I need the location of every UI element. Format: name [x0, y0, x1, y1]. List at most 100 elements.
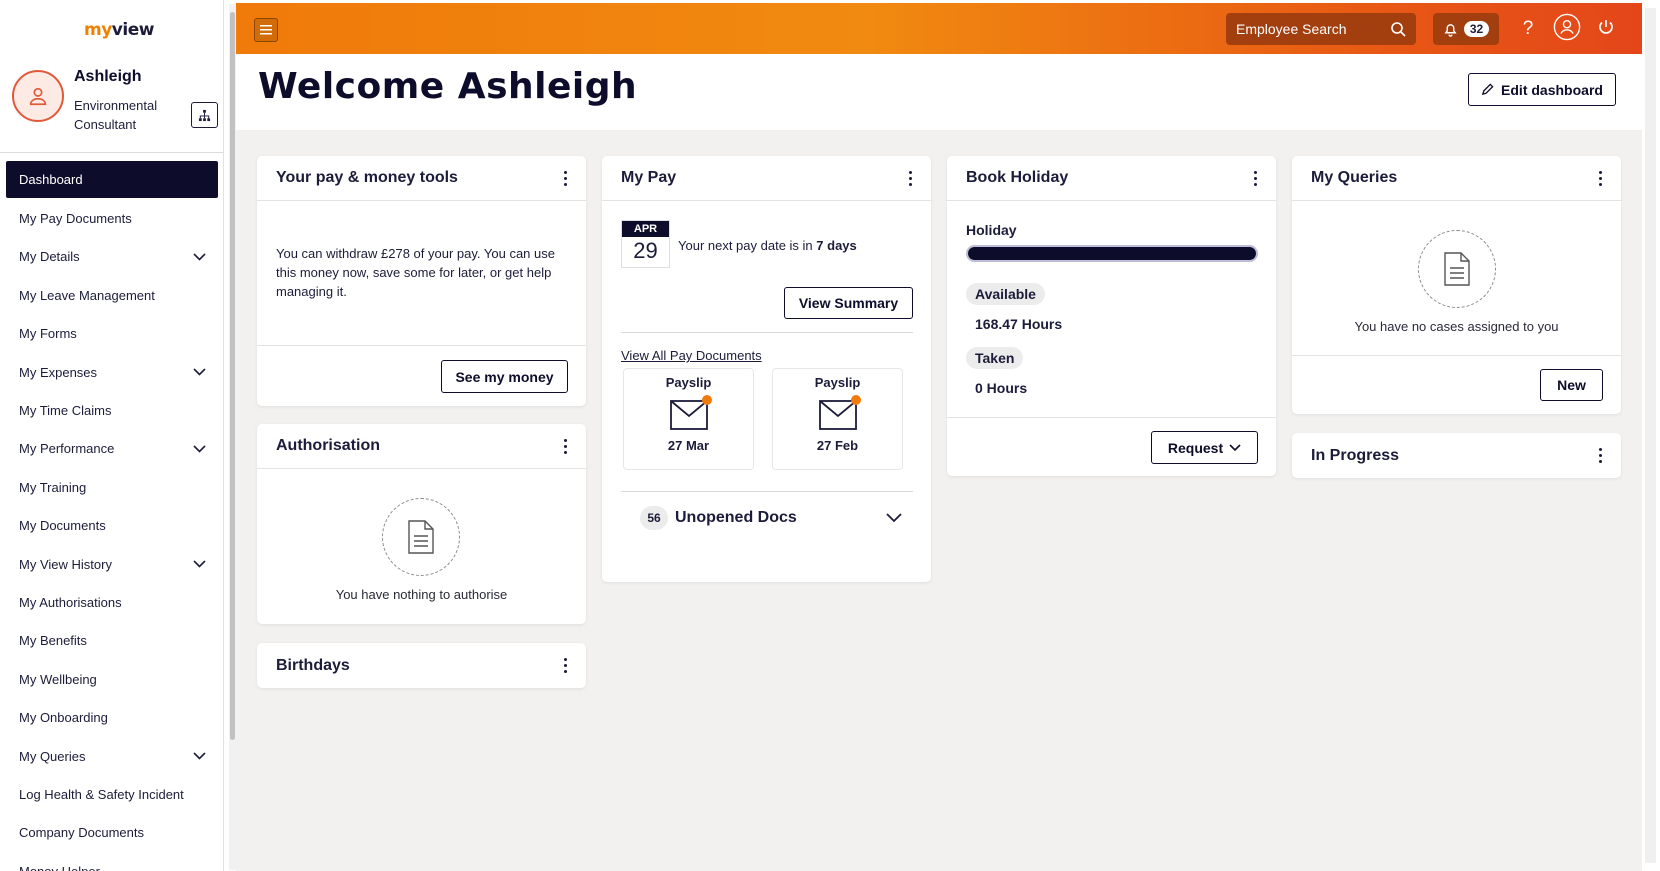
profile-name: Ashleigh [74, 68, 142, 85]
main-scroll-thumb[interactable] [1645, 8, 1656, 863]
sidebar-item-my-queries[interactable]: My Queries [6, 737, 218, 775]
sidebar-item-my-authorisations[interactable]: My Authorisations [6, 583, 218, 621]
edit-dashboard-button[interactable]: Edit dashboard [1468, 73, 1616, 106]
sidebar-item-label: My Pay Documents [19, 211, 132, 227]
sidebar-item-my-forms[interactable]: My Forms [6, 315, 218, 353]
sidebar-item-my-documents[interactable]: My Documents [6, 507, 218, 545]
pay-tools-header: Your pay & money tools [257, 156, 586, 201]
unopened-docs-toggle[interactable]: 56 Unopened Docs [640, 505, 902, 531]
pay-tools-card: Your pay & money tools You can withdraw … [257, 156, 586, 406]
view-all-pay-documents-link[interactable]: View All Pay Documents [621, 348, 762, 363]
view-summary-button[interactable]: View Summary [784, 287, 913, 319]
org-chart-button[interactable] [191, 102, 218, 128]
avatar[interactable] [12, 70, 64, 122]
divider [621, 491, 913, 492]
employee-search-input[interactable]: Employee Search [1226, 13, 1416, 45]
envelope-icon [669, 395, 712, 430]
user-icon [29, 87, 47, 106]
employee-search-placeholder: Employee Search [1236, 21, 1347, 37]
my-pay-card: My Pay APR 29 Your next pay date is in 7… [602, 156, 931, 582]
authorisation-header: Authorisation [257, 424, 586, 469]
birthdays-header: Birthdays [257, 643, 586, 688]
sidebar-item-company-documents[interactable]: Company Documents [6, 814, 218, 852]
payslip-tile-feb[interactable]: Payslip 27 Feb [772, 368, 903, 470]
my-queries-title: My Queries [1311, 169, 1398, 186]
next-pay-text: Your next pay date is in 7 days [678, 238, 857, 253]
more-options-icon[interactable] [558, 435, 572, 457]
page-title: Welcome Ashleigh [258, 66, 638, 107]
more-options-icon[interactable] [558, 655, 572, 677]
sidebar-item-label: My Time Claims [19, 403, 112, 419]
help-icon[interactable]: ? [1514, 15, 1542, 43]
sidebar-item-label: Dashboard [19, 172, 83, 187]
sidebar-item-my-pay-documents[interactable]: My Pay Documents [6, 199, 218, 237]
logout-button[interactable] [1592, 13, 1620, 41]
calendar-month: APR [622, 221, 669, 237]
taken-badge: Taken [966, 347, 1024, 369]
chevron-down-icon [1229, 443, 1241, 451]
sidebar-item-my-benefits[interactable]: My Benefits [6, 622, 218, 660]
more-options-icon[interactable] [903, 167, 917, 189]
sidebar-item-my-performance[interactable]: My Performance [6, 430, 218, 468]
my-queries-card: My Queries You have no cases assigned to… [1292, 156, 1621, 414]
more-options-icon[interactable] [1593, 167, 1607, 189]
sidebar-item-my-details[interactable]: My Details [6, 238, 218, 276]
more-options-icon[interactable] [1248, 167, 1262, 189]
sidebar-item-label: My View History [19, 556, 112, 572]
profile-menu-button[interactable] [1553, 13, 1581, 41]
sidebar-item-my-time-claims[interactable]: My Time Claims [6, 391, 218, 429]
sidebar-item-money-helper[interactable]: Money Helper [6, 852, 218, 871]
sidebar-item-label: My Authorisations [19, 594, 122, 610]
document-icon [408, 520, 434, 554]
holiday-progress-bar [966, 245, 1258, 262]
book-holiday-card: Book Holiday Holiday Available 168.47 Ho… [947, 156, 1276, 476]
divider [1292, 355, 1621, 356]
sidebar-item-dashboard[interactable]: Dashboard [6, 161, 218, 198]
sidebar-item-label: My Performance [19, 441, 115, 457]
empty-state-illustration [382, 498, 460, 576]
chevron-down-icon[interactable] [193, 253, 206, 261]
payslip-tile-mar[interactable]: Payslip 27 Mar [623, 368, 754, 470]
pay-tools-text: You can withdraw £278 of your pay. You c… [276, 246, 555, 299]
birthdays-card: Birthdays [257, 643, 586, 688]
my-pay-title: My Pay [621, 169, 677, 186]
authorisation-card: Authorisation You have nothing to author… [257, 424, 586, 624]
book-holiday-header: Book Holiday [947, 156, 1276, 201]
sidebar-scroll-thumb[interactable] [230, 12, 235, 740]
chevron-down-icon[interactable] [193, 560, 206, 568]
sidebar-item-my-expenses[interactable]: My Expenses [6, 353, 218, 391]
see-my-money-button[interactable]: See my money [441, 360, 568, 393]
org-chart-icon [198, 109, 211, 121]
sidebar-item-label: My Training [19, 479, 87, 495]
search-icon[interactable] [1390, 21, 1406, 37]
payslip-title: Payslip [665, 375, 712, 390]
sidebar-item-my-training[interactable]: My Training [6, 468, 218, 506]
sidebar-item-my-view-history[interactable]: My View History [6, 545, 218, 583]
sidebar-item-label: Money Helper [19, 864, 100, 871]
holiday-progress-fill [968, 247, 1256, 260]
chevron-down-icon[interactable] [193, 368, 206, 376]
sidebar-item-label: My Forms [19, 326, 77, 342]
document-icon [1444, 252, 1470, 286]
sidebar-item-my-wellbeing[interactable]: My Wellbeing [6, 660, 218, 698]
available-value: 168.47 Hours [975, 316, 1063, 332]
sidebar-item-label: My Benefits [19, 633, 87, 649]
chevron-down-icon[interactable] [193, 752, 206, 760]
request-label: Request [1167, 439, 1224, 456]
menu-toggle-button[interactable] [254, 18, 278, 42]
sidebar-item-label: My Leave Management [19, 287, 155, 303]
in-progress-title: In Progress [1311, 446, 1400, 464]
divider [621, 332, 913, 333]
more-options-icon[interactable] [1593, 445, 1607, 467]
more-options-icon[interactable] [558, 167, 572, 189]
request-dropdown-button[interactable]: Request [1151, 431, 1258, 464]
birthdays-title: Birthdays [276, 656, 350, 674]
sidebar-item-label: Company Documents [19, 825, 144, 841]
payslip-date: 27 Feb [816, 438, 859, 453]
sidebar-item-log-health-safety-incident[interactable]: Log Health & Safety Incident [6, 775, 218, 813]
myview-logo[interactable]: myview [84, 20, 154, 40]
chevron-down-icon[interactable] [193, 445, 206, 453]
sidebar-item-my-leave-management[interactable]: My Leave Management [6, 276, 218, 314]
new-query-button[interactable]: New [1540, 369, 1603, 401]
sidebar-item-my-onboarding[interactable]: My Onboarding [6, 698, 218, 736]
